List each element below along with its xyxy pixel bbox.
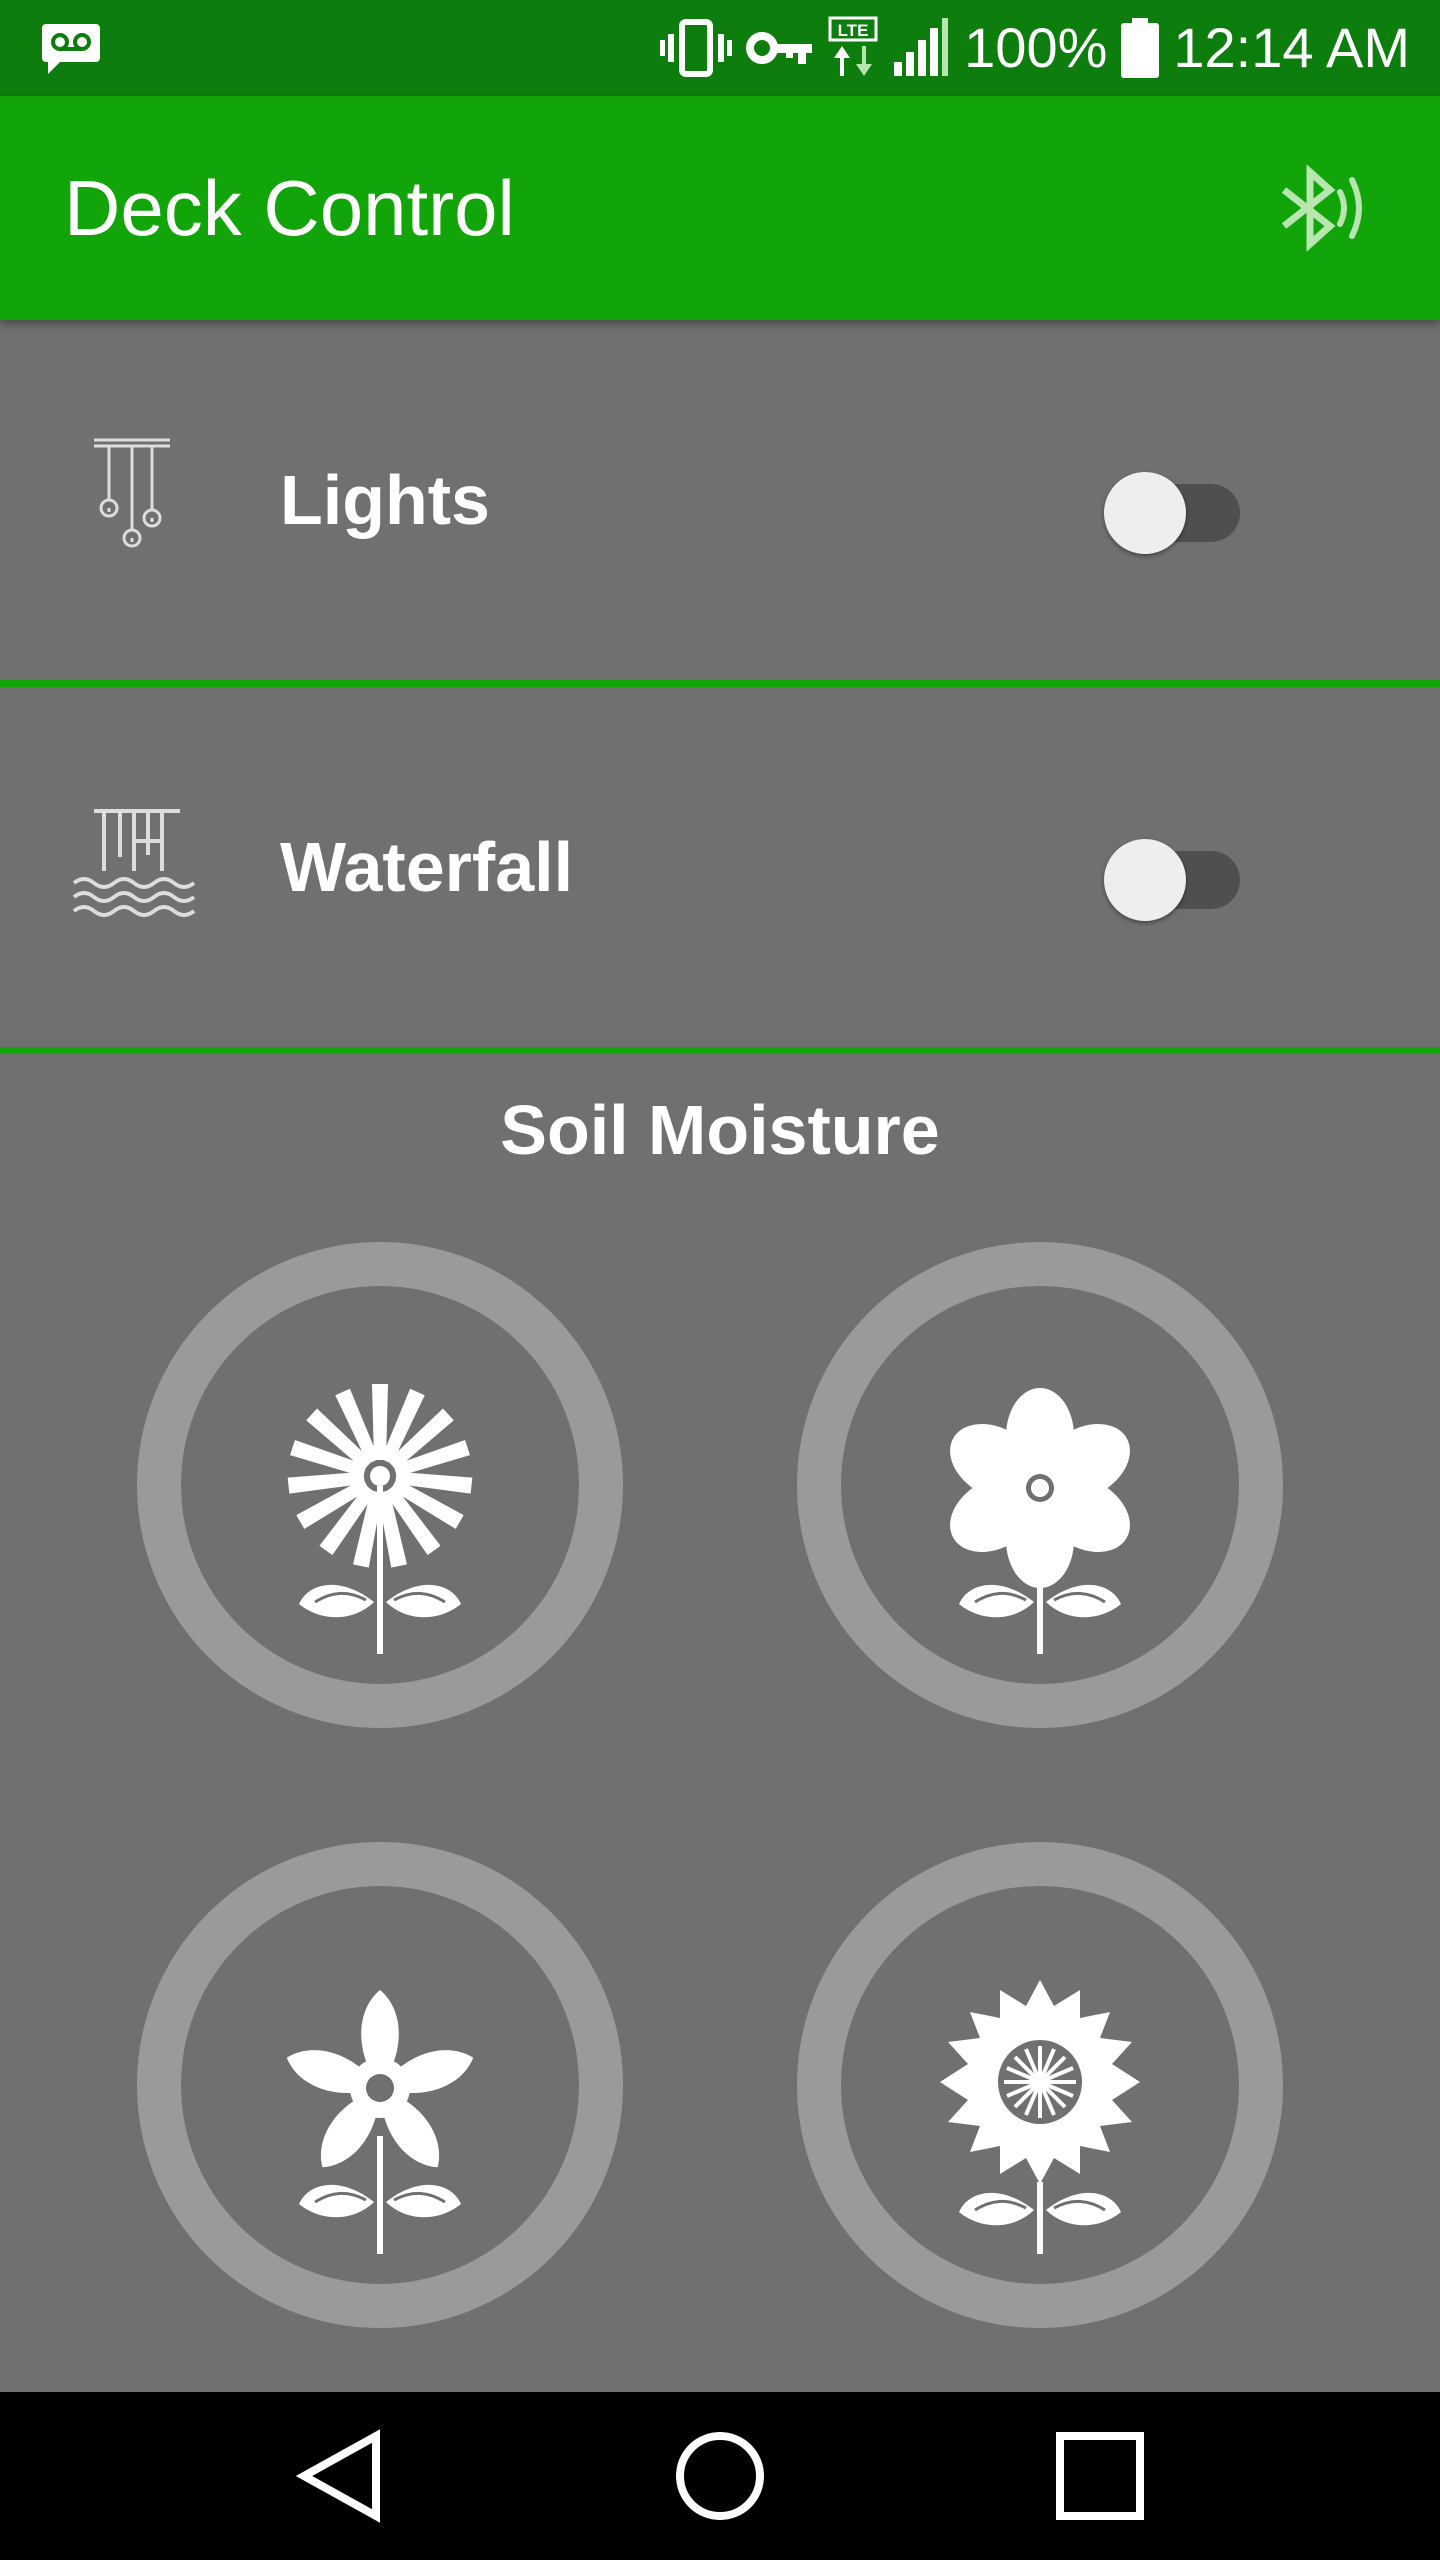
hanging-lights-icon — [94, 438, 170, 548]
lights-label: Lights — [280, 461, 490, 539]
soil-moisture-title: Soil Moisture — [500, 1091, 940, 1169]
lights-row: Lights — [0, 320, 1440, 680]
app-bar: Deck Control — [0, 96, 1440, 320]
vpn-key-icon — [746, 32, 813, 64]
battery-icon — [1121, 18, 1160, 78]
back-icon[interactable] — [280, 2416, 400, 2536]
navigation-bar — [0, 2392, 1440, 2560]
plant-sensor-2[interactable] — [797, 1242, 1283, 1728]
plant-sensor-1[interactable] — [137, 1242, 623, 1728]
bluetooth-audio-icon[interactable] — [1276, 160, 1372, 256]
dandelion-flower-icon — [287, 1384, 473, 1654]
star-flower-icon — [286, 1990, 474, 2254]
app-title: Deck Control — [64, 164, 515, 252]
lte-icon: LTE — [828, 16, 878, 76]
status-bar: LTE 100% 12:14 AM — [0, 0, 1440, 96]
signal-icon — [894, 18, 949, 76]
toggle-thumb — [1104, 839, 1186, 921]
waterfall-label: Waterfall — [280, 828, 574, 906]
battery-percent: 100% — [964, 16, 1108, 79]
lights-toggle[interactable] — [1104, 454, 1240, 554]
clock: 12:14 AM — [1173, 16, 1410, 79]
svg-text:LTE: LTE — [838, 21, 869, 40]
voicemail-icon — [42, 24, 100, 74]
sunflower-icon — [940, 1980, 1140, 2254]
waterfall-toggle[interactable] — [1104, 821, 1240, 921]
divider — [0, 680, 1440, 687]
toggle-thumb — [1104, 472, 1186, 554]
home-icon[interactable] — [660, 2416, 780, 2536]
plant-sensor-4[interactable] — [797, 1842, 1283, 2328]
divider — [0, 1047, 1440, 1054]
recents-icon[interactable] — [1040, 2416, 1160, 2536]
vibrate-icon — [660, 19, 733, 77]
plant-sensor-3[interactable] — [137, 1842, 623, 2328]
waterfall-row: Waterfall — [0, 687, 1440, 1047]
daisy-flower-icon — [950, 1388, 1130, 1654]
waterfall-icon — [72, 809, 196, 917]
